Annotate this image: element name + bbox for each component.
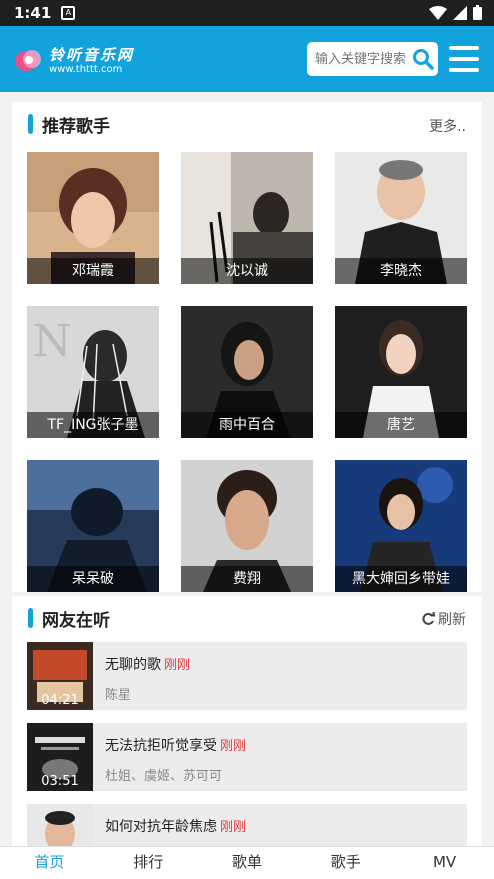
song-duration: 04:21 — [41, 693, 79, 708]
refresh-icon — [422, 612, 435, 625]
singer-name: 雨中百合 — [181, 412, 313, 438]
section-accent-bar — [28, 608, 33, 628]
singer-card[interactable]: N TF_ING张子墨 — [27, 306, 159, 438]
logo-mark-icon — [15, 50, 41, 71]
brand-url: www.thttt.com — [49, 64, 123, 75]
recent-tag: 刚刚 — [220, 820, 247, 835]
system-icons — [429, 5, 482, 20]
singer-card[interactable]: 李晓杰 — [335, 152, 467, 284]
song-duration: 03:51 — [41, 774, 79, 789]
singer-card[interactable]: 费翔 — [181, 460, 313, 592]
singer-card[interactable]: 沈以诚 — [181, 152, 313, 284]
singer-card[interactable]: 唐艺 — [335, 306, 467, 438]
tab-singers[interactable]: 歌手 — [296, 847, 395, 879]
singer-name: TF_ING张子墨 — [27, 412, 159, 438]
singer-card[interactable]: 黑大婶回乡带娃 — [335, 460, 467, 592]
refresh-label: 刷新 — [438, 612, 466, 628]
wifi-icon — [429, 5, 447, 20]
singer-card[interactable]: 呆呆破 — [27, 460, 159, 592]
search-box — [307, 42, 438, 76]
listening-title: 网友在听 — [28, 606, 110, 631]
recommend-section: 推荐歌手 更多.. 邓瑞霞 沈以诚 李晓杰 N TF_ING张子墨 雨中百合 唐… — [12, 102, 482, 592]
search-input[interactable] — [315, 42, 411, 76]
song-title: 无法抗拒听觉享受 刚刚 — [105, 738, 247, 754]
tab-mv[interactable]: MV — [395, 847, 494, 879]
app-header: 铃听音乐网 www.thttt.com — [0, 26, 494, 92]
song-artist: 陈星 — [105, 688, 132, 703]
site-logo[interactable]: 铃听音乐网 www.thttt.com — [14, 44, 134, 78]
singer-card[interactable]: 邓瑞霞 — [27, 152, 159, 284]
status-time: 1:41 — [14, 4, 52, 22]
menu-icon[interactable] — [449, 46, 479, 72]
svg-text:N: N — [33, 316, 72, 367]
singer-card[interactable]: 雨中百合 — [181, 306, 313, 438]
song-artist: 杜姐、虞姬、苏可可 — [105, 769, 223, 784]
signal-icon — [453, 5, 467, 20]
tab-ranking[interactable]: 排行 — [99, 847, 198, 879]
bottom-tab-bar: 首页 排行 歌单 歌手 MV — [0, 846, 494, 879]
recent-tag: 刚刚 — [220, 739, 247, 754]
tab-home[interactable]: 首页 — [0, 847, 99, 879]
section-accent-bar — [28, 114, 33, 134]
refresh-button[interactable]: 刷新 — [421, 609, 466, 629]
song-title: 如何对抗年龄焦虑 刚刚 — [105, 819, 247, 835]
song-item[interactable]: 03:51 无法抗拒听觉享受 刚刚 杜姐、虞姬、苏可可 — [27, 723, 467, 791]
singer-name: 呆呆破 — [27, 566, 159, 592]
listening-section: 网友在听 刷新 04:21 无聊的歌 刚刚 陈星 03:51 无法抗拒听觉享受 刚刚… — [12, 596, 482, 872]
recommend-title: 推荐歌手 — [28, 112, 110, 137]
status-bar: 1:41 A — [0, 0, 494, 26]
singer-name: 费翔 — [181, 566, 313, 592]
song-title: 无聊的歌 刚刚 — [105, 657, 191, 673]
singer-name: 唐艺 — [335, 412, 467, 438]
song-item[interactable]: 04:21 无聊的歌 刚刚 陈星 — [27, 642, 467, 710]
more-singers-link[interactable]: 更多.. — [429, 116, 466, 136]
singer-name: 沈以诚 — [181, 258, 313, 284]
notification-icon: A — [61, 6, 76, 20]
tab-playlists[interactable]: 歌单 — [198, 847, 297, 879]
battery-icon — [473, 5, 482, 20]
singer-name: 邓瑞霞 — [27, 258, 159, 284]
recent-tag: 刚刚 — [164, 658, 191, 673]
search-icon[interactable] — [412, 48, 434, 70]
singer-name: 李晓杰 — [335, 258, 467, 284]
brand-name: 铃听音乐网 — [49, 46, 135, 64]
singer-name: 黑大婶回乡带娃 — [335, 566, 467, 592]
